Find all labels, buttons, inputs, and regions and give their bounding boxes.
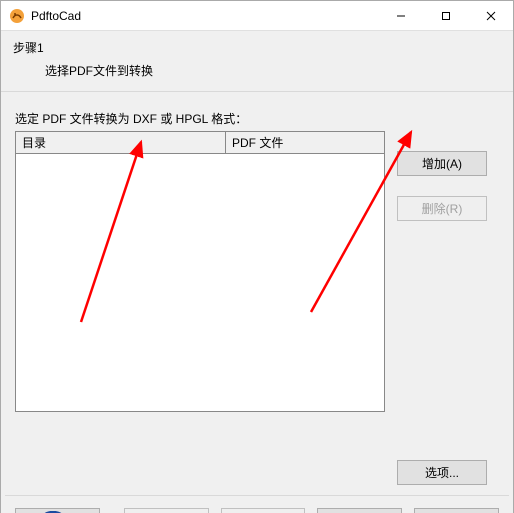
instruction-text: 选定 PDF 文件转换为 DXF 或 HPGL 格式： <box>15 110 499 127</box>
file-table: 目录 PDF 文件 <box>15 131 385 412</box>
next-button: 下一步 > <box>221 508 306 513</box>
close-button[interactable] <box>468 1 513 30</box>
col-header-directory[interactable]: 目录 <box>15 131 225 154</box>
maximize-button[interactable] <box>423 1 468 30</box>
bottom-bar: < 返回 下一步 > 取消 帮助 <box>1 496 513 513</box>
cancel-button[interactable]: 取消 <box>317 508 402 513</box>
table-header: 目录 PDF 文件 <box>15 131 385 154</box>
step-header: 步骤1 选择PDF文件到转换 <box>1 31 513 85</box>
app-window: PdftoCad 步骤1 选择PDF文件到转换 选定 PDF 文件转换为 DXF… <box>0 0 514 513</box>
step-description: 选择PDF文件到转换 <box>13 62 501 79</box>
step-label: 步骤1 <box>13 39 501 56</box>
minimize-button[interactable] <box>378 1 423 30</box>
refresh-button[interactable] <box>15 508 100 513</box>
side-buttons: 增加(A) 删除(R) <box>397 131 487 221</box>
client-area: 步骤1 选择PDF文件到转换 选定 PDF 文件转换为 DXF 或 HPGL 格… <box>1 31 513 513</box>
add-button[interactable]: 增加(A) <box>397 151 487 176</box>
back-button: < 返回 <box>124 508 209 513</box>
body-area: 选定 PDF 文件转换为 DXF 或 HPGL 格式： 目录 PDF 文件 增加… <box>1 92 513 495</box>
window-title: PdftoCad <box>31 9 81 23</box>
help-button[interactable]: 帮助 <box>414 508 499 513</box>
titlebar: PdftoCad <box>1 1 513 31</box>
options-button[interactable]: 选项... <box>397 460 487 485</box>
remove-button: 删除(R) <box>397 196 487 221</box>
app-icon <box>9 8 25 24</box>
table-body[interactable] <box>15 154 385 412</box>
col-header-pdf-file[interactable]: PDF 文件 <box>225 131 385 154</box>
